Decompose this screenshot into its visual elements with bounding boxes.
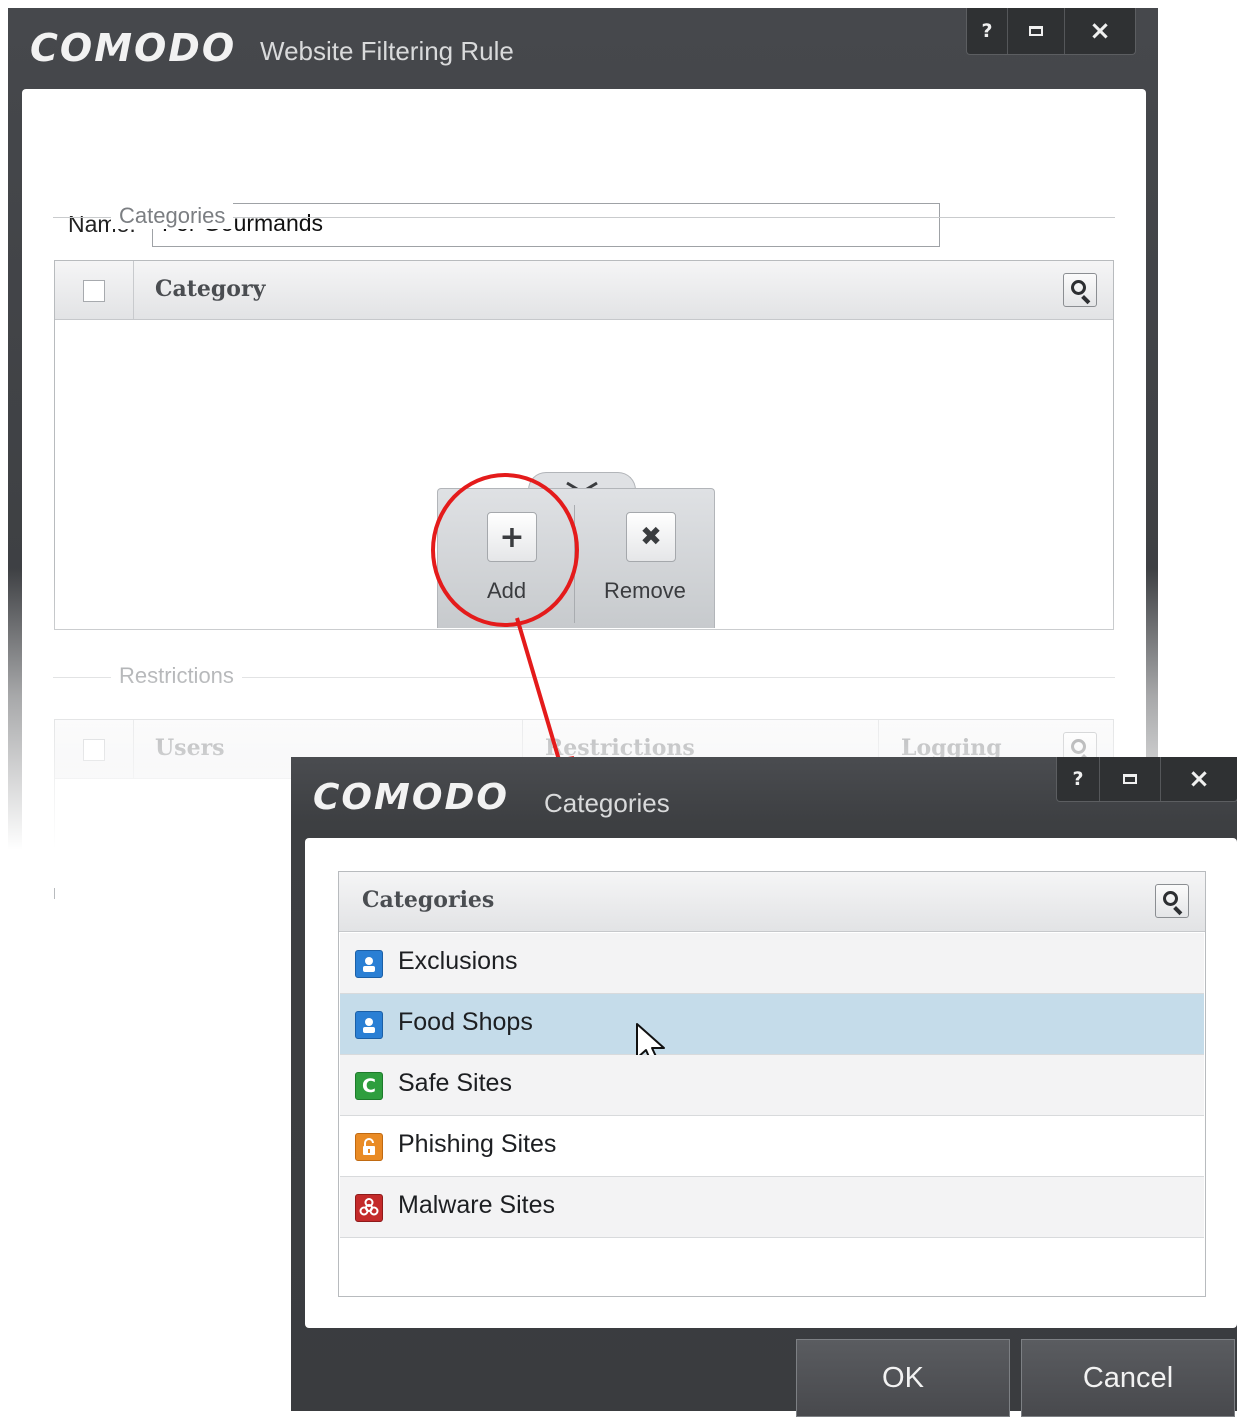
categories-panel: Categories Exclusions Food Shops C Safe …: [305, 838, 1237, 1328]
search-button[interactable]: [1155, 884, 1189, 918]
list-item-label: Food Shops: [398, 1008, 533, 1036]
categories-window: COMODO Categories ? × Categories Exclusi…: [291, 757, 1237, 1417]
categories-column-header[interactable]: Categories: [362, 887, 494, 913]
highlight-circle: [431, 473, 579, 627]
help-icon: ?: [1072, 768, 1084, 790]
help-button[interactable]: ?: [1057, 757, 1099, 801]
remove-button[interactable]: ✖: [626, 512, 676, 562]
maximize-button[interactable]: [1099, 757, 1160, 801]
column-separator: [133, 720, 134, 778]
ok-button[interactable]: OK: [796, 1339, 1010, 1417]
x-icon: ✖: [640, 522, 662, 552]
select-all-checkbox[interactable]: [83, 280, 105, 302]
list-item-label: Safe Sites: [398, 1069, 512, 1097]
list-item[interactable]: Malware Sites: [340, 1177, 1204, 1238]
help-icon: ?: [981, 20, 993, 42]
window-title: Categories: [544, 788, 670, 818]
list-item[interactable]: C Safe Sites: [340, 1055, 1204, 1116]
category-column-header[interactable]: Category: [155, 276, 265, 302]
close-icon: ×: [1089, 16, 1111, 46]
search-button[interactable]: [1063, 273, 1097, 307]
maximize-icon: [1029, 26, 1043, 36]
window-controls: ? ×: [966, 8, 1136, 55]
maximize-button[interactable]: [1007, 8, 1064, 54]
comodo-c-icon: C: [355, 1072, 383, 1100]
list-item-label: Exclusions: [398, 947, 518, 975]
restrictions-section-label: Restrictions: [111, 663, 242, 689]
list-item-label: Phishing Sites: [398, 1130, 557, 1158]
comodo-logo: COMODO: [313, 777, 509, 818]
user-icon: [355, 1011, 383, 1039]
window-controls: ? ×: [1056, 757, 1237, 802]
column-separator: [133, 261, 134, 319]
categories-list: Categories Exclusions Food Shops C Safe …: [338, 871, 1206, 1297]
lock-icon: [355, 1133, 383, 1161]
close-icon: ×: [1188, 764, 1210, 794]
close-button[interactable]: ×: [1160, 757, 1237, 801]
user-icon: [355, 950, 383, 978]
comodo-logo: COMODO: [30, 26, 237, 70]
list-item[interactable]: Phishing Sites: [340, 1116, 1204, 1177]
select-all-users-checkbox[interactable]: [83, 739, 105, 761]
help-button[interactable]: ?: [967, 8, 1007, 54]
list-item-label: Malware Sites: [398, 1191, 555, 1219]
name-input[interactable]: For Gourmands: [152, 203, 940, 247]
biohazard-icon: [355, 1194, 383, 1222]
categories-list-header: Categories: [339, 872, 1205, 932]
users-column-header[interactable]: Users: [155, 735, 225, 761]
remove-label[interactable]: Remove: [604, 578, 686, 604]
window-title: Website Filtering Rule: [260, 36, 514, 66]
maximize-icon: [1123, 774, 1137, 784]
close-button[interactable]: ×: [1064, 8, 1135, 54]
categories-section-label: Categories: [111, 203, 234, 229]
cancel-button[interactable]: Cancel: [1021, 1339, 1235, 1417]
list-item-selected[interactable]: Food Shops: [340, 994, 1204, 1067]
categories-table-header: Category: [55, 261, 1113, 320]
list-item[interactable]: Exclusions: [340, 933, 1204, 994]
